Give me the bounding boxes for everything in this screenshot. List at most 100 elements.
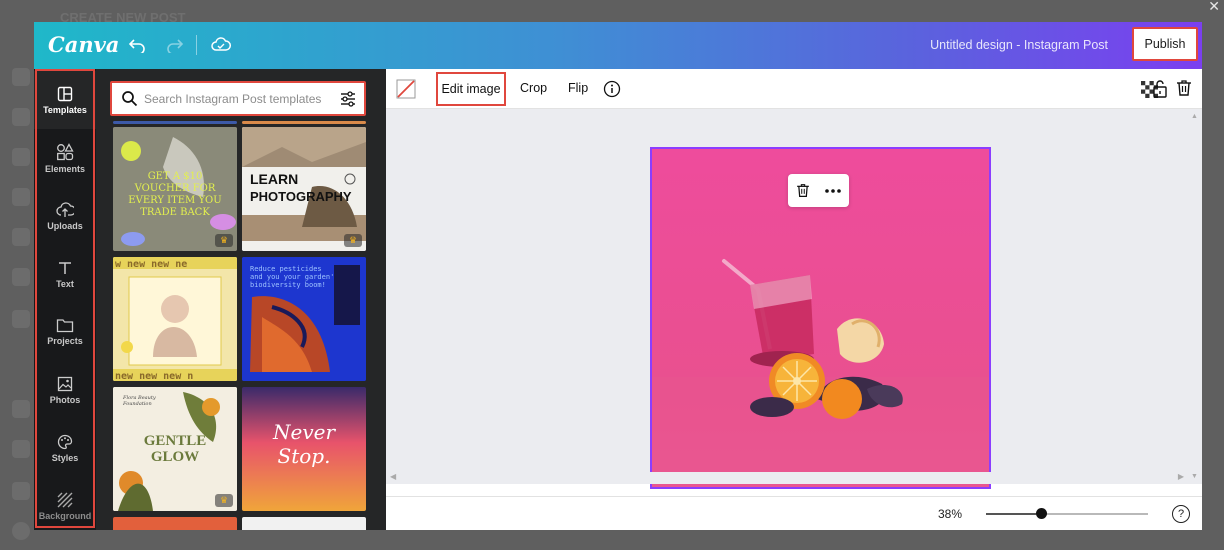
template-card[interactable]: w new new ne new new new n: [113, 257, 237, 381]
background-avatar: [12, 522, 30, 540]
svg-text:GENTLE: GENTLE: [144, 433, 207, 449]
search-input[interactable]: [144, 90, 334, 108]
publish-button[interactable]: Publish: [1132, 27, 1198, 61]
background-nav-icon: [12, 188, 30, 206]
svg-text:PHOTOGRAPHY: PHOTOGRAPHY: [250, 189, 352, 204]
edit-image-button[interactable]: Edit image: [436, 72, 506, 106]
sidebar-item-label: Templates: [43, 104, 87, 115]
svg-text:new new new n: new new new n: [115, 371, 193, 381]
delete-element-icon[interactable]: [796, 183, 810, 198]
template-card[interactable]: Reduce pesticides and you your garden's …: [242, 257, 366, 381]
background-nav-icon: [12, 148, 30, 166]
flip-button[interactable]: Flip: [568, 81, 588, 95]
premium-crown-icon: ♛: [215, 234, 233, 247]
unlock-icon[interactable]: [1152, 79, 1168, 104]
scroll-up-icon[interactable]: ▲: [1191, 113, 1198, 120]
sidebar-item-label: Photos: [49, 394, 81, 405]
svg-text:GET A $10: GET A $10: [148, 171, 203, 182]
background-nav-icon: [12, 400, 30, 418]
filter-icon[interactable]: [339, 90, 357, 108]
horizontal-scrollbar[interactable]: ◀ ▶: [386, 472, 1188, 484]
vertical-scrollbar[interactable]: ▲ ▼: [1188, 109, 1202, 484]
background-nav-icon: [12, 482, 30, 500]
sidebar-item-label: Text: [56, 278, 74, 289]
upload-icon: [56, 201, 74, 217]
premium-crown-icon: ♛: [215, 494, 233, 507]
cloud-save-icon[interactable]: [210, 34, 232, 56]
svg-text:Stop.: Stop.: [278, 444, 331, 468]
template-never-stop-image: Never Stop.: [242, 387, 366, 511]
crop-button[interactable]: Crop: [520, 81, 547, 95]
folder-icon: [56, 319, 74, 333]
text-icon: [59, 261, 71, 274]
design-title[interactable]: Untitled design - Instagram Post: [930, 38, 1108, 52]
template-voucher-image: GET A $10 VOUCHER FOR EVERY ITEM YOU TRA…: [113, 127, 237, 251]
canvas-area: ▲ ▼ ◀ ▶: [386, 109, 1202, 489]
svg-text:Never: Never: [272, 420, 336, 444]
svg-text:VOUCHER FOR: VOUCHER FOR: [134, 183, 216, 194]
zoom-slider-handle[interactable]: [1036, 508, 1047, 519]
search-icon: [122, 91, 138, 107]
image-icon: [57, 376, 73, 391]
undo-icon[interactable]: [126, 34, 148, 56]
elements-icon: [57, 142, 74, 160]
svg-text:TRADE BACK: TRADE BACK: [140, 207, 210, 218]
sidebar-item-label: Elements: [44, 163, 86, 174]
zoom-slider[interactable]: [986, 508, 1148, 519]
canva-logo[interactable]: Canva: [48, 32, 119, 57]
svg-text:biodiversity boom!: biodiversity boom!: [250, 281, 326, 289]
top-bar: Canva Untitled design - Instagram Post P…: [34, 22, 1202, 69]
template-partial: [242, 121, 366, 124]
template-card[interactable]: [113, 517, 237, 530]
toolbar-divider: [196, 35, 197, 55]
more-options-icon[interactable]: [825, 188, 842, 193]
sidebar-item-label: Projects: [47, 336, 83, 346]
svg-text:EVERY ITEM YOU: EVERY ITEM YOU: [128, 195, 221, 206]
template-card[interactable]: [242, 517, 366, 530]
template-search-box: [110, 81, 366, 116]
redo-icon[interactable]: [164, 34, 186, 56]
background-nav-icon: [12, 68, 30, 86]
info-icon[interactable]: [603, 80, 621, 103]
zoom-level[interactable]: 38%: [938, 507, 962, 521]
background-icon: [57, 492, 73, 507]
svg-text:and you your garden's: and you your garden's: [250, 273, 339, 281]
sidebar-item-label: Styles: [51, 452, 79, 463]
background-nav-icon: [12, 440, 30, 458]
background-nav-icon: [12, 268, 30, 286]
sidebar-item-text[interactable]: Text: [34, 245, 96, 303]
publish-label: Publish: [1144, 37, 1186, 51]
trash-icon[interactable]: [1176, 79, 1192, 102]
svg-text:Foundation: Foundation: [122, 401, 152, 407]
svg-text:w new new ne: w new new ne: [115, 259, 187, 270]
context-toolbar: Edit image Crop Flip: [386, 69, 1202, 109]
sidebar-item-photos[interactable]: Photos: [34, 361, 96, 419]
sidebar-item-styles[interactable]: Styles: [34, 419, 96, 477]
sidebar-item-uploads[interactable]: Uploads: [34, 187, 96, 245]
svg-text:GLOW: GLOW: [151, 449, 199, 465]
sidebar-rail: Templates Elements Uploads Text Projects…: [34, 69, 96, 530]
template-card[interactable]: GET A $10 VOUCHER FOR EVERY ITEM YOU TRA…: [113, 127, 237, 251]
template-card[interactable]: Flora Beauty Foundation GENTLE GLOW ♛: [113, 387, 237, 511]
template-partial: [113, 121, 237, 124]
help-button[interactable]: ?: [1172, 505, 1190, 523]
close-icon[interactable]: ✕: [1208, 0, 1220, 15]
background-nav-icon: [12, 310, 30, 328]
canva-editor-window: Canva Untitled design - Instagram Post P…: [34, 22, 1202, 530]
background-nav-icon: [12, 228, 30, 246]
scroll-right-icon[interactable]: ▶: [1178, 472, 1184, 481]
premium-crown-icon: ♛: [344, 234, 362, 247]
sidebar-item-projects[interactable]: Projects: [34, 303, 96, 361]
sidebar-item-background[interactable]: Background: [34, 477, 96, 530]
template-card[interactable]: Never Stop.: [242, 387, 366, 511]
no-color-swatch-icon[interactable]: [396, 79, 416, 104]
sidebar-item-templates[interactable]: Templates: [34, 71, 96, 129]
template-biodiversity-image: Reduce pesticides and you your garden's …: [242, 257, 366, 381]
template-card[interactable]: LEARN PHOTOGRAPHY ♛: [242, 127, 366, 251]
element-context-menu: [788, 174, 849, 207]
scroll-left-icon[interactable]: ◀: [390, 472, 396, 481]
edit-image-label: Edit image: [441, 82, 501, 96]
scroll-down-icon[interactable]: ▼: [1191, 473, 1198, 480]
status-bar: 38% ?: [386, 496, 1202, 530]
sidebar-item-elements[interactable]: Elements: [34, 129, 96, 187]
